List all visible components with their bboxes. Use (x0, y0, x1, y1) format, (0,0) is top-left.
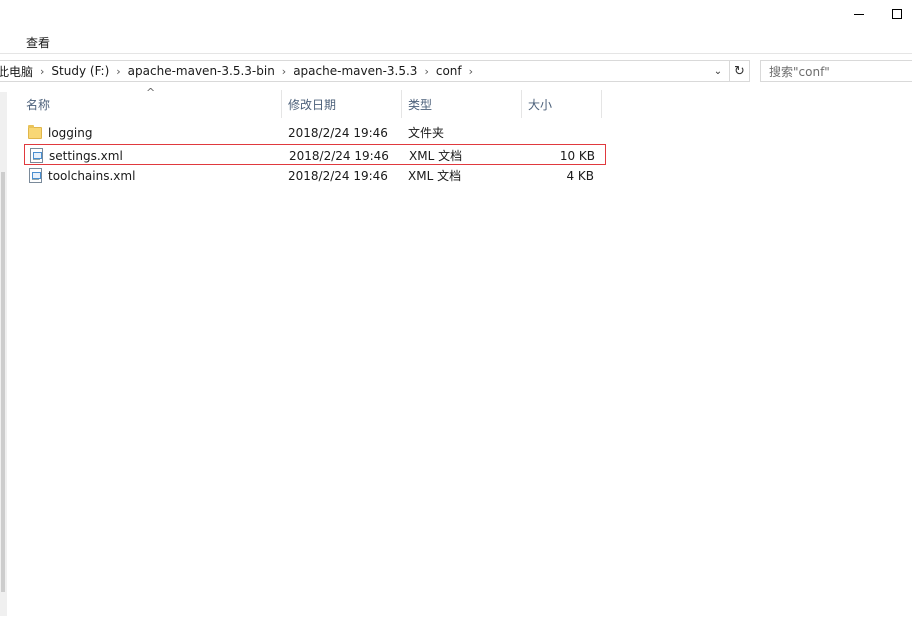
file-row-settings-xml[interactable]: settings.xml 2018/2/24 19:46 XML 文档 10 K… (24, 144, 606, 165)
file-date: 2018/2/24 19:46 (289, 148, 389, 163)
column-header-type[interactable]: 类型 (402, 90, 522, 118)
address-row: 此电脑 › Study (F:) › apache-maven-3.5.3-bi… (0, 58, 912, 84)
column-header-date-modified[interactable]: 修改日期 (282, 90, 402, 118)
file-row-toolchains-xml[interactable]: toolchains.xml 2018/2/24 19:46 XML 文档 4 … (24, 165, 606, 186)
file-name: logging (48, 125, 93, 140)
column-header-size[interactable]: 大小 (522, 90, 602, 118)
xml-file-icon (27, 165, 43, 186)
title-bar (0, 0, 912, 28)
folder-icon (27, 122, 43, 143)
scrollbar-thumb[interactable] (1, 172, 5, 592)
breadcrumb-maven[interactable]: apache-maven-3.5.3 (291, 61, 419, 81)
column-headers: ^ 名称 修改日期 类型 大小 (14, 86, 614, 118)
column-header-name[interactable]: 名称 (20, 90, 282, 118)
breadcrumb-conf[interactable]: conf (434, 61, 464, 81)
file-type: XML 文档 (408, 169, 462, 183)
file-type: 文件夹 (408, 126, 445, 140)
maximize-button[interactable] (882, 0, 912, 28)
refresh-button[interactable]: ↻ (730, 60, 750, 82)
address-history-chevron-down-icon[interactable]: ⌄ (709, 61, 727, 81)
minimize-icon (854, 13, 864, 15)
file-row-logging[interactable]: logging 2018/2/24 19:46 文件夹 (24, 122, 606, 143)
file-type: XML 文档 (409, 149, 463, 163)
file-name: toolchains.xml (48, 168, 136, 183)
breadcrumb-separator-icon[interactable]: › (464, 65, 478, 78)
file-size: 10 KB (559, 148, 595, 163)
xml-file-icon (28, 145, 44, 166)
file-date: 2018/2/24 19:46 (288, 125, 388, 140)
breadcrumb-separator-icon[interactable]: › (419, 65, 433, 78)
ribbon: 查看 (0, 28, 912, 54)
address-bar[interactable]: 此电脑 › Study (F:) › apache-maven-3.5.3-bi… (0, 60, 730, 82)
maximize-icon (892, 9, 902, 19)
navigation-pane-scrollbar[interactable] (0, 92, 7, 616)
search-input[interactable]: 搜索"conf" (760, 60, 912, 82)
breadcrumb-separator-icon[interactable]: › (35, 65, 49, 78)
search-placeholder: 搜索"conf" (769, 64, 830, 79)
file-name: settings.xml (49, 148, 123, 163)
breadcrumb-this-pc[interactable]: 此电脑 (0, 61, 35, 81)
file-size: 4 KB (566, 168, 594, 183)
breadcrumb-separator-icon[interactable]: › (277, 65, 291, 78)
file-size (524, 122, 594, 143)
breadcrumb-separator-icon[interactable]: › (111, 65, 125, 78)
breadcrumb-maven-bin[interactable]: apache-maven-3.5.3-bin (126, 61, 277, 81)
tab-view[interactable]: 查看 (16, 32, 60, 53)
refresh-icon: ↻ (734, 63, 745, 79)
minimize-button[interactable] (836, 0, 882, 28)
breadcrumb-drive[interactable]: Study (F:) (49, 61, 111, 81)
file-date: 2018/2/24 19:46 (288, 168, 388, 183)
